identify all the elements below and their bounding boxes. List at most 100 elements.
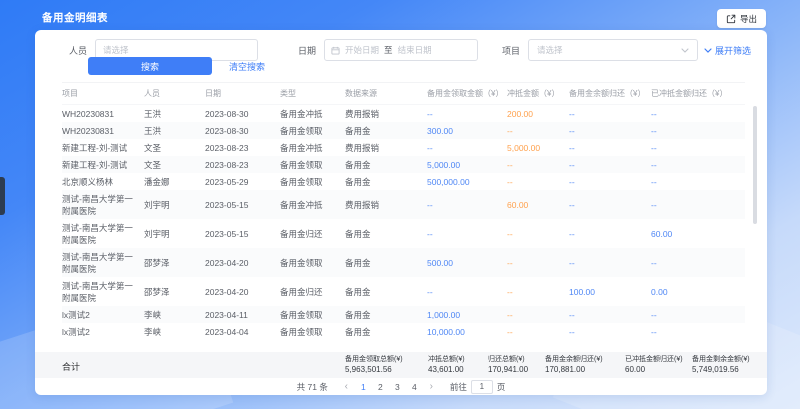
cell-type: 备用金领取 xyxy=(280,248,345,277)
date-range-picker[interactable]: 开始日期 至 结束日期 xyxy=(324,39,478,61)
cell-offset-amount: 200.00 xyxy=(507,105,569,123)
table-row: 新建工程-刘-测试 文圣 2023-08-23 备用金冲抵 费用报销 -- 5,… xyxy=(62,139,745,156)
page-number-button[interactable]: 2 xyxy=(372,382,389,392)
cell-date: 2023-05-15 xyxy=(205,190,280,219)
cell-project: 测试-南昌大学第一附属医院 xyxy=(62,277,144,306)
column-header-source: 数据来源 xyxy=(345,83,427,105)
search-button[interactable]: 搜索 xyxy=(88,57,212,75)
cell-date: 2023-08-30 xyxy=(205,105,280,123)
stat-value: 43,601.00 xyxy=(428,365,488,375)
table-row: WH20230831 王洪 2023-08-30 备用金领取 备用金 300.0… xyxy=(62,122,745,139)
prev-page-button[interactable]: ‹ xyxy=(338,381,355,392)
summary-row: 合计 备用金领取总额(¥) 5,963,501.56 冲抵总额(¥) 43,60… xyxy=(35,352,767,378)
cell-date: 2023-08-30 xyxy=(205,122,280,139)
column-header-person: 人员 xyxy=(144,83,205,105)
cell-person: 李峡 xyxy=(144,306,205,323)
cell-date: 2023-04-20 xyxy=(205,248,280,277)
screen: 备用金明细表 导出 人员 日期 开始日期 至 结束 xyxy=(0,0,800,409)
cell-type: 备用金领取 xyxy=(280,156,345,173)
cell-project: lx测试2 xyxy=(62,306,144,323)
cell-person: 文圣 xyxy=(144,139,205,156)
cell-offset-return: -- xyxy=(651,323,745,338)
table-row: lx测试2 李峡 2023-04-04 备用金领取 备用金 10,000.00 … xyxy=(62,323,745,338)
cell-project: WH20230831 xyxy=(62,105,144,123)
cell-source: 费用报销 xyxy=(345,105,427,123)
cell-balance-return: -- xyxy=(569,219,651,248)
total-count: 共 71 条 xyxy=(297,381,328,393)
pagination: 共 71 条 ‹ 1234 › 前往 页 xyxy=(35,378,767,395)
cell-offset-amount: 60.00 xyxy=(507,190,569,219)
cell-type: 备用金归还 xyxy=(280,277,345,306)
cell-date: 2023-08-23 xyxy=(205,139,280,156)
cell-offset-return: -- xyxy=(651,173,745,190)
table-scrollbar[interactable] xyxy=(753,106,757,224)
cell-offset-return: -- xyxy=(651,122,745,139)
cell-received-amount: 500.00 xyxy=(427,248,507,277)
cell-source: 费用报销 xyxy=(345,190,427,219)
cell-type: 备用金领取 xyxy=(280,173,345,190)
cell-type: 备用金冲抵 xyxy=(280,105,345,123)
cell-offset-return: -- xyxy=(651,105,745,123)
stat-value: 170,941.00 xyxy=(488,365,545,375)
page-unit-label: 页 xyxy=(497,381,506,393)
cell-project: 新建工程-刘-测试 xyxy=(62,139,144,156)
date-separator: 至 xyxy=(384,44,393,56)
table-body: WH20230831 王洪 2023-08-30 备用金冲抵 费用报销 -- 2… xyxy=(62,105,745,339)
table-row: lx测试2 李峡 2023-04-11 备用金领取 备用金 1,000.00 -… xyxy=(62,306,745,323)
cell-date: 2023-08-23 xyxy=(205,156,280,173)
petty-cash-table: 项目 人员 日期 类型 数据来源 备用金领取金额（¥） 冲抵金额（¥） 备用金余… xyxy=(62,82,745,338)
expand-filter-link[interactable]: 展开筛选 xyxy=(704,44,751,57)
page-number-button[interactable]: 1 xyxy=(355,382,372,392)
cell-balance-return: -- xyxy=(569,248,651,277)
project-label: 项目 xyxy=(502,44,520,57)
column-header-balance-return: 备用金余额归还（¥） xyxy=(569,83,651,105)
calendar-icon xyxy=(331,46,340,55)
page-number-button[interactable]: 3 xyxy=(389,382,406,392)
export-button[interactable]: 导出 xyxy=(717,9,766,28)
cell-source: 备用金 xyxy=(345,219,427,248)
summary-stats: 备用金领取总额(¥) 5,963,501.56 冲抵总额(¥) 43,601.0… xyxy=(345,352,767,378)
summary-stat-item: 冲抵总额(¥) 43,601.00 xyxy=(428,355,488,375)
cell-balance-return: 100.00 xyxy=(569,277,651,306)
clear-search-link[interactable]: 清空搜索 xyxy=(229,60,265,73)
cell-source: 备用金 xyxy=(345,323,427,338)
cell-offset-return: -- xyxy=(651,190,745,219)
cell-balance-return: -- xyxy=(569,139,651,156)
goto-page-input[interactable] xyxy=(471,380,493,394)
stat-value: 5,749,019.56 xyxy=(692,365,767,375)
stat-label: 备用金余额归还(¥) xyxy=(545,355,625,364)
project-placeholder: 请选择 xyxy=(537,44,563,56)
stat-value: 60.00 xyxy=(625,365,692,375)
chevron-down-icon xyxy=(681,48,689,53)
cell-date: 2023-04-11 xyxy=(205,306,280,323)
cell-person: 王洪 xyxy=(144,122,205,139)
cell-person: 刘宇明 xyxy=(144,219,205,248)
cell-type: 备用金冲抵 xyxy=(280,139,345,156)
export-label: 导出 xyxy=(740,13,757,25)
cell-project: 测试-南昌大学第一附属医院 xyxy=(62,219,144,248)
cell-person: 邵梦泽 xyxy=(144,248,205,277)
cell-offset-return: 60.00 xyxy=(651,219,745,248)
cell-received-amount: 300.00 xyxy=(427,122,507,139)
next-page-button[interactable]: › xyxy=(423,381,440,392)
column-header-received-amount: 备用金领取金额（¥） xyxy=(427,83,507,105)
stat-value: 170,881.00 xyxy=(545,365,625,375)
cell-received-amount: -- xyxy=(427,139,507,156)
cell-balance-return: -- xyxy=(569,156,651,173)
cell-offset-amount: -- xyxy=(507,306,569,323)
cell-received-amount: 5,000.00 xyxy=(427,156,507,173)
project-select[interactable]: 请选择 xyxy=(528,39,698,61)
page-number-button[interactable]: 4 xyxy=(406,382,423,392)
cell-person: 潘金娜 xyxy=(144,173,205,190)
cell-project: 测试-南昌大学第一附属医院 xyxy=(62,190,144,219)
table-row: 测试-南昌大学第一附属医院 邵梦泽 2023-04-20 备用金领取 备用金 5… xyxy=(62,248,745,277)
stat-label: 备用金剩余金额(¥) xyxy=(692,355,767,364)
cell-type: 备用金领取 xyxy=(280,306,345,323)
cell-offset-amount: -- xyxy=(507,323,569,338)
filter-actions: 搜索 清空搜索 xyxy=(88,57,265,75)
table-row: 新建工程-刘-测试 文圣 2023-08-23 备用金领取 备用金 5,000.… xyxy=(62,156,745,173)
goto-label: 前往 xyxy=(450,381,467,393)
column-header-project: 项目 xyxy=(62,83,144,105)
table-header-row: 项目 人员 日期 类型 数据来源 备用金领取金额（¥） 冲抵金额（¥） 备用金余… xyxy=(62,83,745,105)
sidebar-handle[interactable] xyxy=(0,177,5,215)
